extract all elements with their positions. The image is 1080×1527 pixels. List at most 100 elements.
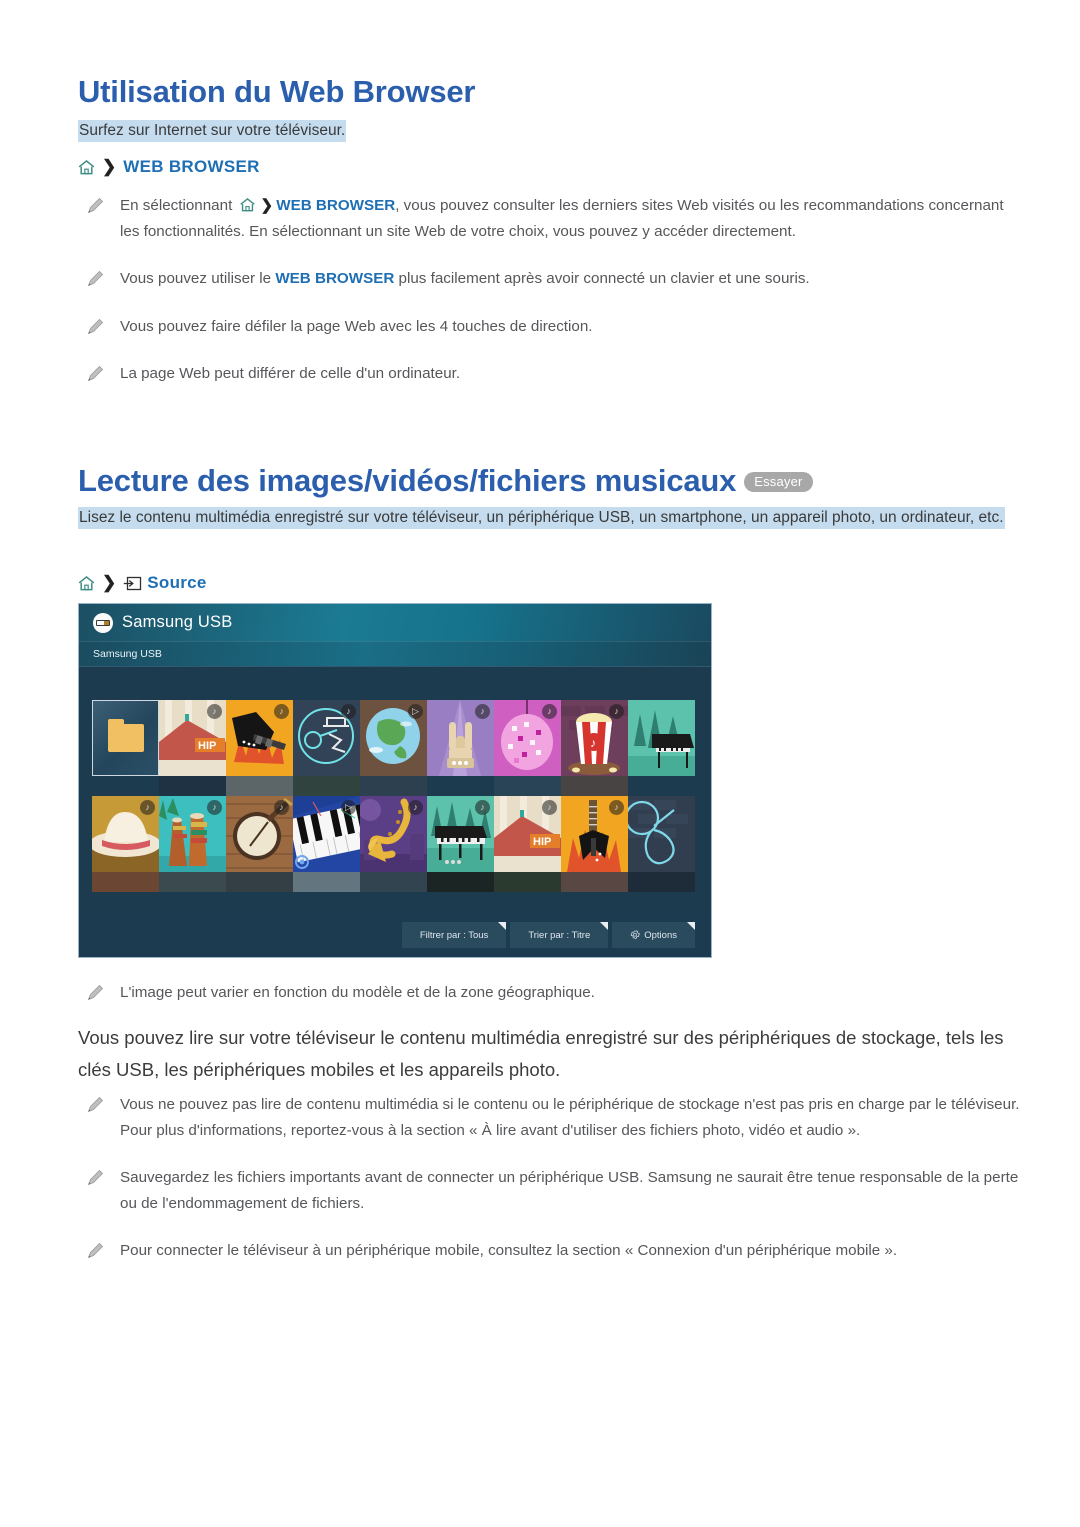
shadow-cell bbox=[159, 872, 226, 892]
music-badge-icon: ♪ bbox=[475, 800, 490, 815]
list-item-text: Pour connecter le téléviseur à un périph… bbox=[120, 1242, 898, 1259]
thumbnail-banjo[interactable]: ♪ bbox=[226, 796, 293, 872]
thumbnail-house-hip-2[interactable]: HIP ♪ bbox=[494, 796, 561, 872]
pencil-icon bbox=[84, 1094, 106, 1116]
shadow-cell bbox=[427, 776, 494, 796]
list-item-text: Vous ne pouvez pas lire de contenu multi… bbox=[120, 1096, 1020, 1139]
shadow-cell bbox=[92, 872, 159, 892]
music-badge-icon: ♪ bbox=[408, 800, 423, 815]
breadcrumb-label-web-browser[interactable]: WEB BROWSER bbox=[123, 157, 259, 177]
music-badge-icon: ♪ bbox=[341, 704, 356, 719]
options-button[interactable]: Options bbox=[612, 922, 695, 948]
pencil-icon bbox=[84, 195, 106, 217]
breadcrumb-separator: ❯ bbox=[102, 573, 117, 592]
shadow-cell bbox=[561, 776, 628, 796]
thumbnail-piano-forest[interactable] bbox=[628, 700, 695, 776]
shadow-cell bbox=[92, 776, 159, 796]
breadcrumb-separator: ❯ bbox=[102, 157, 117, 176]
help-document-page: Utilisation du Web Browser Surfez sur In… bbox=[0, 0, 1080, 1527]
list-item: Vous pouvez faire défiler la page Web av… bbox=[84, 314, 1024, 340]
bullet-list-web-browser: En sélectionnant ❯ WEB BROWSER, vous pouv… bbox=[84, 193, 1024, 403]
lead-web-browser: Surfez sur Internet sur votre téléviseur… bbox=[78, 118, 1008, 144]
options-label: Options bbox=[644, 929, 677, 941]
corner-indicator-icon bbox=[687, 922, 695, 930]
list-item: Sauvegardez les fichiers importants avan… bbox=[84, 1165, 1024, 1216]
tv-media-browser-screenshot: Samsung USB Samsung USB HIP ♪ ♪ ♪ ▷ ♪ ♪ … bbox=[78, 603, 712, 958]
list-item-text: En sélectionnant ❯ WEB BROWSER, vous pouv… bbox=[120, 193, 1024, 244]
thumbnail-flame-guitar[interactable]: ♪ bbox=[226, 700, 293, 776]
pencil-icon bbox=[84, 316, 106, 338]
breadcrumb-source[interactable]: ❯ Source bbox=[78, 573, 207, 593]
thumbnail-saxophone[interactable]: ♪ bbox=[360, 796, 427, 872]
sort-by-button[interactable]: Trier par : Titre bbox=[510, 922, 609, 948]
svg-text:HIP: HIP bbox=[533, 836, 551, 848]
filter-by-label: Filtrer par : Tous bbox=[419, 929, 489, 941]
lead-text: Lisez le contenu multimédia enregistré s… bbox=[78, 507, 1005, 529]
sort-by-label: Trier par : Titre bbox=[528, 929, 591, 941]
list-item: La page Web peut différer de celle d'un … bbox=[84, 361, 1024, 387]
shadow-cell bbox=[628, 872, 695, 892]
inline-link-web-browser[interactable]: WEB BROWSER bbox=[275, 270, 394, 287]
pencil-icon bbox=[84, 268, 106, 290]
svg-text:HIP: HIP bbox=[198, 740, 216, 752]
music-badge-icon: ♪ bbox=[609, 704, 624, 719]
tv-grid-shadow-row bbox=[92, 872, 698, 892]
shadow-cell bbox=[494, 776, 561, 796]
thumbnail-rock-hand[interactable]: ♪ bbox=[427, 700, 494, 776]
list-item: Vous pouvez utiliser le WEB BROWSER plus… bbox=[84, 266, 1024, 292]
lead-text: Surfez sur Internet sur votre téléviseur… bbox=[78, 120, 347, 142]
source-input-icon bbox=[123, 576, 142, 591]
folder-icon bbox=[107, 719, 144, 752]
list-item-text: L'image peut varier en fonction du modèl… bbox=[120, 984, 595, 1001]
tv-source-tab-label: Samsung USB bbox=[93, 648, 162, 660]
shadow-cell bbox=[226, 872, 293, 892]
tv-source-tab[interactable]: Samsung USB bbox=[79, 641, 711, 666]
thumbnail-house-hip[interactable]: HIP ♪ bbox=[159, 700, 226, 776]
thumbnail-neon-detective[interactable]: ♪ bbox=[293, 700, 360, 776]
thumbnail-grand-piano[interactable]: ♪ bbox=[427, 796, 494, 872]
play-badge-icon: ▷ bbox=[341, 800, 356, 815]
shadow-cell bbox=[159, 776, 226, 796]
thumbnail-neon-guitar[interactable] bbox=[628, 796, 695, 872]
breadcrumb-label-source[interactable]: Source bbox=[147, 573, 206, 593]
thumbnail-popcorn[interactable]: ♪ ♪ bbox=[561, 700, 628, 776]
note-image-varies: L'image peut varier en fonction du modèl… bbox=[84, 980, 1024, 1022]
list-item-text: Sauvegardez les fichiers importants avan… bbox=[120, 1169, 1019, 1212]
list-item-text: Vous pouvez utiliser le WEB BROWSER plus… bbox=[120, 266, 1024, 292]
shadow-cell bbox=[494, 872, 561, 892]
inline-separator: ❯ bbox=[260, 197, 274, 214]
tv-header-title: Samsung USB bbox=[122, 613, 233, 631]
thumbnail-congas[interactable]: ♪ bbox=[159, 796, 226, 872]
page-title-media: Lecture des images/vidéos/fichiers music… bbox=[78, 463, 813, 499]
pencil-icon bbox=[84, 363, 106, 385]
inline-link-web-browser[interactable]: WEB BROWSER bbox=[276, 197, 395, 214]
bullet-list-media: Vous ne pouvez pas lire de contenu multi… bbox=[84, 1092, 1024, 1280]
filter-by-button[interactable]: Filtrer par : Tous bbox=[401, 922, 507, 948]
shadow-cell bbox=[360, 776, 427, 796]
music-badge-icon: ♪ bbox=[475, 704, 490, 719]
thumbnail-globe[interactable]: ▷ bbox=[360, 700, 427, 776]
usb-device-icon bbox=[93, 612, 113, 633]
music-badge-icon: ♪ bbox=[274, 800, 289, 815]
thumbnail-piano-keys[interactable]: ▷ bbox=[293, 796, 360, 872]
thumbnail-folder[interactable] bbox=[92, 700, 159, 776]
breadcrumb-web-browser[interactable]: ❯ WEB BROWSER bbox=[78, 157, 260, 177]
music-badge-icon: ♪ bbox=[542, 800, 557, 815]
try-badge[interactable]: Essayer bbox=[744, 472, 813, 492]
thumbnail-flame-guitar-2[interactable]: ♪ bbox=[561, 796, 628, 872]
thumbnail-cowboy-hat[interactable]: ♪ bbox=[92, 796, 159, 872]
shadow-cell bbox=[226, 776, 293, 796]
tv-grid-shadow-row bbox=[92, 776, 698, 796]
music-badge-icon: ♪ bbox=[140, 800, 155, 815]
list-item: Vous ne pouvez pas lire de contenu multi… bbox=[84, 1092, 1024, 1143]
home-icon bbox=[239, 195, 256, 212]
tv-thumbnail-grid: HIP ♪ ♪ ♪ ▷ ♪ ♪ ♪ ♪ ♪ ♪ ♪ ▷ ♪ ♪ HIP ♪ ♪ bbox=[79, 700, 711, 892]
pencil-icon bbox=[84, 1240, 106, 1262]
page-title-media-text: Lecture des images/vidéos/fichiers music… bbox=[78, 463, 737, 498]
tv-spacer bbox=[79, 666, 711, 700]
tv-grid-row: HIP ♪ ♪ ♪ ▷ ♪ ♪ ♪ ♪ bbox=[92, 700, 698, 776]
text-fragment: Vous pouvez utiliser le bbox=[120, 270, 276, 287]
list-item-text: La page Web peut différer de celle d'un … bbox=[120, 365, 461, 382]
list-item: En sélectionnant ❯ WEB BROWSER, vous pouv… bbox=[84, 193, 1024, 244]
thumbnail-disco-ball[interactable]: ♪ bbox=[494, 700, 561, 776]
